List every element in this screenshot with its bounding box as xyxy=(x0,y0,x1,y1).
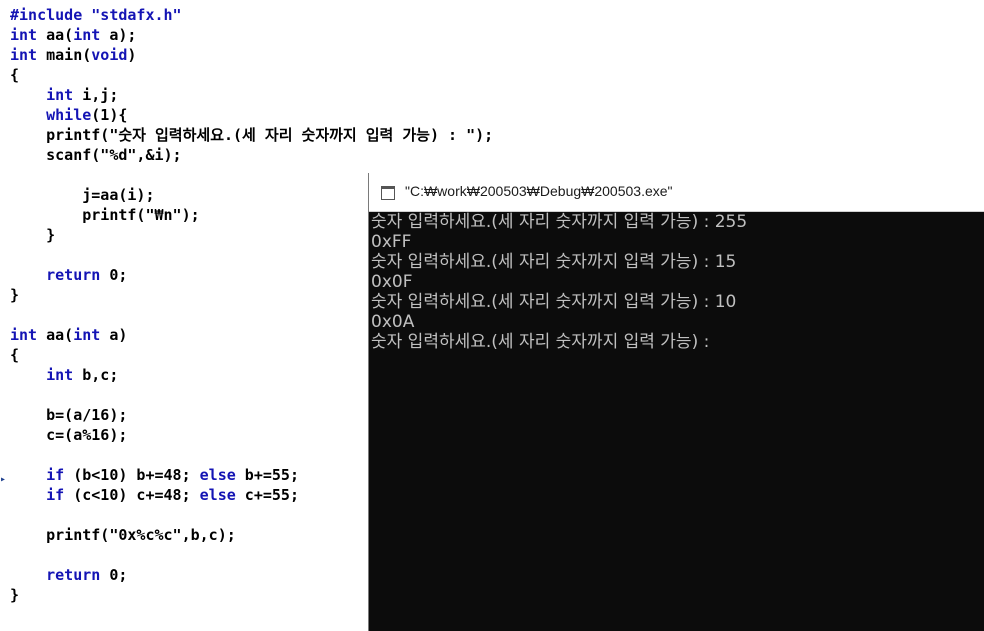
code-keyword: int xyxy=(10,326,38,344)
code-line: #include "stdafx.h" xyxy=(10,5,493,25)
console-line: 숫자 입력하세요.(세 자리 숫자까지 입력 가능) : 15 xyxy=(371,252,737,272)
code-keyword: #include "stdafx.h" xyxy=(10,6,182,24)
code-line: { xyxy=(10,65,493,85)
code-text: 0; xyxy=(100,266,128,284)
code-text: a); xyxy=(100,26,137,44)
code-text: ) xyxy=(127,46,137,64)
code-keyword: return xyxy=(46,566,101,584)
console-window[interactable]: "C:₩work₩200503₩Debug₩200503.exe" 숫자 입력하… xyxy=(368,173,984,631)
code-text: } xyxy=(10,286,20,304)
console-window-icon xyxy=(381,186,395,200)
code-line: int aa(int a); xyxy=(10,25,493,45)
code-line: int i,j; xyxy=(10,85,493,105)
code-text: b=(a/16); xyxy=(10,406,128,424)
code-keyword: int xyxy=(10,26,38,44)
console-line: 0xFF xyxy=(371,232,412,252)
code-text: (c<10) c+=48; xyxy=(64,486,200,504)
code-text: c=(a%16); xyxy=(10,426,128,444)
code-text: } xyxy=(10,586,20,604)
code-text: { xyxy=(10,66,20,84)
code-line: int main(void) xyxy=(10,45,493,65)
code-keyword: void xyxy=(91,46,128,64)
code-text: aa( xyxy=(37,26,74,44)
code-keyword: if xyxy=(46,486,65,504)
code-keyword: int xyxy=(10,46,38,64)
code-text: 0; xyxy=(100,566,128,584)
code-keyword: while xyxy=(46,106,92,124)
console-line: 0x0A xyxy=(371,312,415,332)
console-line: 숫자 입력하세요.(세 자리 숫자까지 입력 가능) : 10 xyxy=(371,292,737,312)
code-line: while(1){ xyxy=(10,105,493,125)
code-text: j=aa(i); xyxy=(10,186,155,204)
code-text: } xyxy=(10,226,56,244)
code-text: a) xyxy=(100,326,128,344)
console-line: 0x0F xyxy=(371,272,413,292)
code-keyword: else xyxy=(199,466,236,484)
code-text: printf("₩n"); xyxy=(10,206,200,224)
code-keyword: int xyxy=(73,326,101,344)
console-output: 숫자 입력하세요.(세 자리 숫자까지 입력 가능) : 255 0xFF 숫자 입… xyxy=(371,212,747,352)
code-text: aa( xyxy=(37,326,74,344)
breakpoint-marker-icon: ▸ xyxy=(0,474,7,485)
code-text: b+=55; xyxy=(235,466,299,484)
code-text: (1){ xyxy=(91,106,128,124)
code-text: i,j; xyxy=(73,86,119,104)
code-line: printf("숫자 입력하세요.(세 자리 숫자까지 입력 가능) : "); xyxy=(10,125,493,145)
code-line: scanf("%d",&i); xyxy=(10,145,493,165)
code-text: scanf("%d",&i); xyxy=(10,146,182,164)
code-keyword: int xyxy=(73,26,101,44)
console-title: "C:₩work₩200503₩Debug₩200503.exe" xyxy=(405,183,673,199)
code-text: c+=55; xyxy=(235,486,299,504)
code-text: main( xyxy=(37,46,92,64)
code-keyword: else xyxy=(199,486,236,504)
code-keyword: if xyxy=(46,466,65,484)
code-text: { xyxy=(10,346,20,364)
console-line: 숫자 입력하세요.(세 자리 숫자까지 입력 가능) : 255 xyxy=(371,212,748,232)
code-text: printf("숫자 입력하세요.(세 자리 숫자까지 입력 가능) : "); xyxy=(10,126,494,144)
code-keyword: int xyxy=(46,86,74,104)
code-text: b,c; xyxy=(73,366,119,384)
console-title-bar[interactable]: "C:₩work₩200503₩Debug₩200503.exe" xyxy=(369,173,984,212)
code-text: printf("0x%c%c",b,c); xyxy=(10,526,236,544)
code-text: (b<10) b+=48; xyxy=(64,466,200,484)
console-line: 숫자 입력하세요.(세 자리 숫자까지 입력 가능) : xyxy=(371,332,710,352)
code-keyword: int xyxy=(46,366,74,384)
code-keyword: return xyxy=(46,266,101,284)
